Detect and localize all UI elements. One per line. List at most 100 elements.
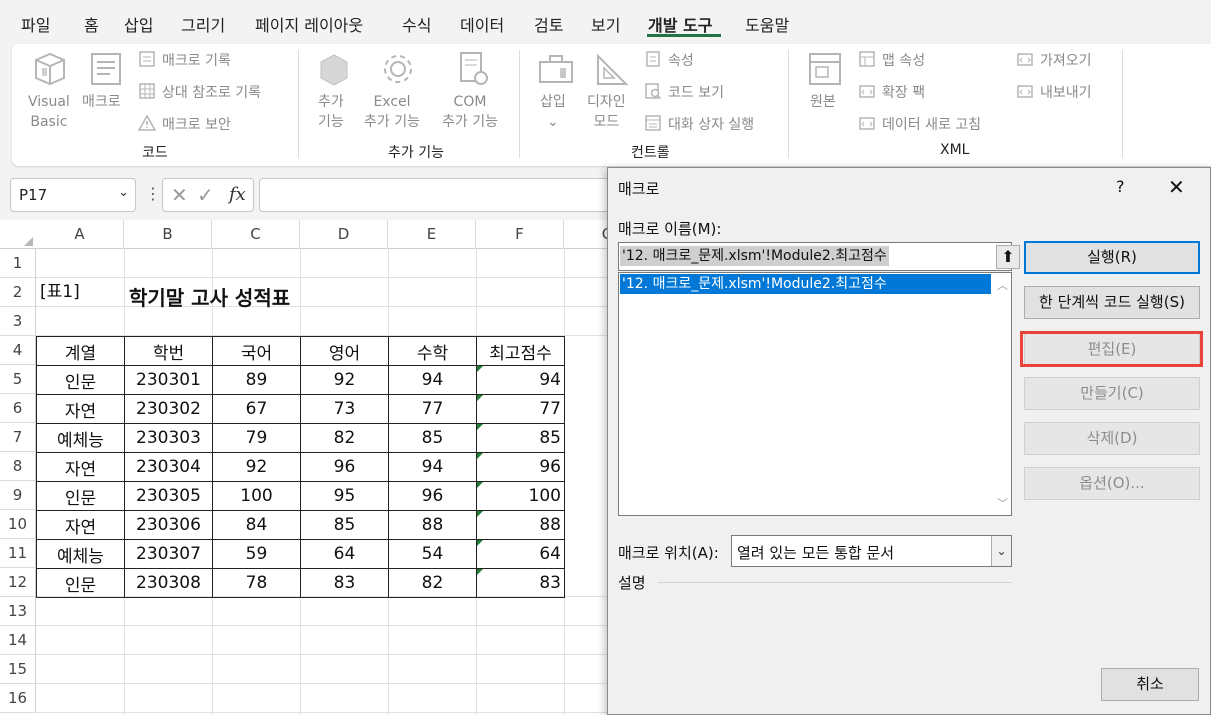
table-cell[interactable]: 77 — [476, 394, 565, 424]
table-cell[interactable]: 82 — [300, 423, 389, 453]
table-cell[interactable]: 94 — [476, 365, 565, 395]
excel-addins-button[interactable]: Excel 추가 기능 — [364, 92, 420, 132]
delete-button[interactable]: 삭제(D) — [1024, 422, 1200, 455]
menu-home[interactable]: 홈 — [84, 12, 99, 36]
relative-reference-button[interactable]: 상대 참조로 기록 — [138, 82, 261, 104]
properties-button[interactable]: 속성 — [644, 50, 694, 72]
table-cell[interactable]: 92 — [212, 452, 301, 482]
macro-list[interactable]: '12. 매크로_문제.xlsm'!Module2.최고점수 ︿ ﹀ — [618, 272, 1012, 516]
row-header[interactable]: 9 — [0, 481, 36, 510]
create-button[interactable]: 만들기(C) — [1024, 377, 1200, 410]
check-icon[interactable]: ✓ — [197, 183, 214, 207]
com-addins-button[interactable]: COM 추가 기능 — [442, 92, 498, 132]
table-cell[interactable]: 82 — [388, 568, 477, 598]
more-options-icon[interactable]: ⋮ — [145, 184, 161, 203]
refresh-data-button[interactable]: 데이터 새로 고침 — [858, 114, 981, 136]
row-header[interactable]: 3 — [0, 307, 36, 336]
table-header[interactable]: 영어 — [300, 336, 389, 366]
row-header[interactable]: 14 — [0, 626, 36, 655]
table-cell[interactable]: 230304 — [124, 452, 213, 482]
table-cell[interactable]: 인문 — [36, 481, 125, 511]
table-cell[interactable]: 73 — [300, 394, 389, 424]
column-header[interactable]: G — [564, 220, 608, 249]
table-cell[interactable]: 78 — [212, 568, 301, 598]
sheet-title[interactable]: 학기말 고사 성적표 — [129, 282, 290, 311]
export-button[interactable]: 내보내기 — [1016, 82, 1092, 104]
table-header[interactable]: 국어 — [212, 336, 301, 366]
cell-a2[interactable]: [표1] — [40, 278, 80, 307]
run-button[interactable]: 실행(R) — [1024, 241, 1200, 274]
table-cell[interactable]: 자연 — [36, 510, 125, 540]
table-cell[interactable]: 230306 — [124, 510, 213, 540]
row-header[interactable]: 13 — [0, 597, 36, 626]
row-header[interactable]: 2 — [0, 278, 36, 307]
row-header[interactable]: 16 — [0, 684, 36, 713]
row-header[interactable]: 1 — [0, 249, 36, 278]
run-dialog-button[interactable]: 대화 상자 실행 — [644, 114, 754, 136]
table-cell[interactable]: 100 — [476, 481, 565, 511]
column-header[interactable]: E — [388, 220, 476, 249]
column-header[interactable]: C — [212, 220, 300, 249]
menu-insert[interactable]: 삽입 — [124, 12, 153, 36]
table-cell[interactable]: 92 — [300, 365, 389, 395]
table-cell[interactable]: 94 — [388, 452, 477, 482]
menu-help[interactable]: 도움말 — [745, 12, 789, 36]
cancel-icon[interactable]: ✕ — [171, 183, 188, 207]
row-header[interactable]: 6 — [0, 394, 36, 423]
table-cell[interactable]: 인문 — [36, 568, 125, 598]
row-header[interactable]: 7 — [0, 423, 36, 452]
options-button[interactable]: 옵션(O)... — [1024, 467, 1200, 500]
table-cell[interactable]: 예체능 — [36, 423, 125, 453]
table-cell[interactable]: 83 — [300, 568, 389, 598]
menu-data[interactable]: 데이터 — [460, 12, 504, 36]
menu-page-layout[interactable]: 페이지 레이아웃 — [255, 12, 363, 36]
name-box[interactable]: P17 ⌄ — [10, 178, 136, 212]
table-cell[interactable]: 자연 — [36, 452, 125, 482]
help-icon[interactable]: ? — [1116, 177, 1125, 196]
chevron-down-icon[interactable]: ⌄ — [118, 185, 129, 200]
scroll-down-icon[interactable]: ﹀ — [997, 495, 1008, 511]
table-cell[interactable]: 230303 — [124, 423, 213, 453]
table-cell[interactable]: 230308 — [124, 568, 213, 598]
expansion-packs-button[interactable]: 확장 팩 — [858, 82, 925, 104]
table-cell[interactable]: 인문 — [36, 365, 125, 395]
column-header[interactable]: A — [36, 220, 124, 249]
menu-file[interactable]: 파일 — [21, 12, 50, 36]
insert-control-button[interactable]: 삽입 ⌄ — [540, 92, 566, 132]
insert-function-icon[interactable]: fx — [229, 184, 246, 205]
table-cell[interactable]: 자연 — [36, 394, 125, 424]
row-header[interactable]: 4 — [0, 336, 36, 365]
list-item[interactable]: '12. 매크로_문제.xlsm'!Module2.최고점수 — [620, 274, 991, 294]
close-icon[interactable]: ✕ — [1168, 175, 1185, 199]
macro-security-button[interactable]: 매크로 보안 — [137, 114, 231, 136]
table-cell[interactable]: 54 — [388, 539, 477, 569]
table-header[interactable]: 계열 — [36, 336, 125, 366]
import-button[interactable]: 가져오기 — [1016, 50, 1092, 72]
row-header[interactable]: 10 — [0, 510, 36, 539]
chevron-down-icon[interactable]: ⌄ — [991, 536, 1011, 566]
table-cell[interactable]: 96 — [476, 452, 565, 482]
table-cell[interactable]: 230307 — [124, 539, 213, 569]
table-cell[interactable]: 64 — [476, 539, 565, 569]
table-cell[interactable]: 67 — [212, 394, 301, 424]
formula-input[interactable] — [259, 178, 619, 212]
table-cell[interactable]: 77 — [388, 394, 477, 424]
visual-basic-button[interactable]: Visual Basic — [28, 92, 70, 132]
table-cell[interactable]: 230301 — [124, 365, 213, 395]
table-cell[interactable]: 79 — [212, 423, 301, 453]
row-header[interactable]: 15 — [0, 655, 36, 684]
table-cell[interactable]: 89 — [212, 365, 301, 395]
row-header[interactable]: 11 — [0, 539, 36, 568]
menu-developer[interactable]: 개발 도구 — [648, 12, 712, 36]
view-code-button[interactable]: 코드 보기 — [644, 82, 724, 104]
table-header[interactable]: 수학 — [388, 336, 477, 366]
menu-view[interactable]: 보기 — [591, 12, 620, 36]
menu-draw[interactable]: 그리기 — [181, 12, 225, 36]
menu-formulas[interactable]: 수식 — [402, 12, 431, 36]
table-cell[interactable]: 85 — [300, 510, 389, 540]
table-cell[interactable]: 100 — [212, 481, 301, 511]
select-all-icon[interactable] — [24, 237, 33, 246]
table-cell[interactable]: 230302 — [124, 394, 213, 424]
table-cell[interactable]: 59 — [212, 539, 301, 569]
table-cell[interactable]: 95 — [300, 481, 389, 511]
